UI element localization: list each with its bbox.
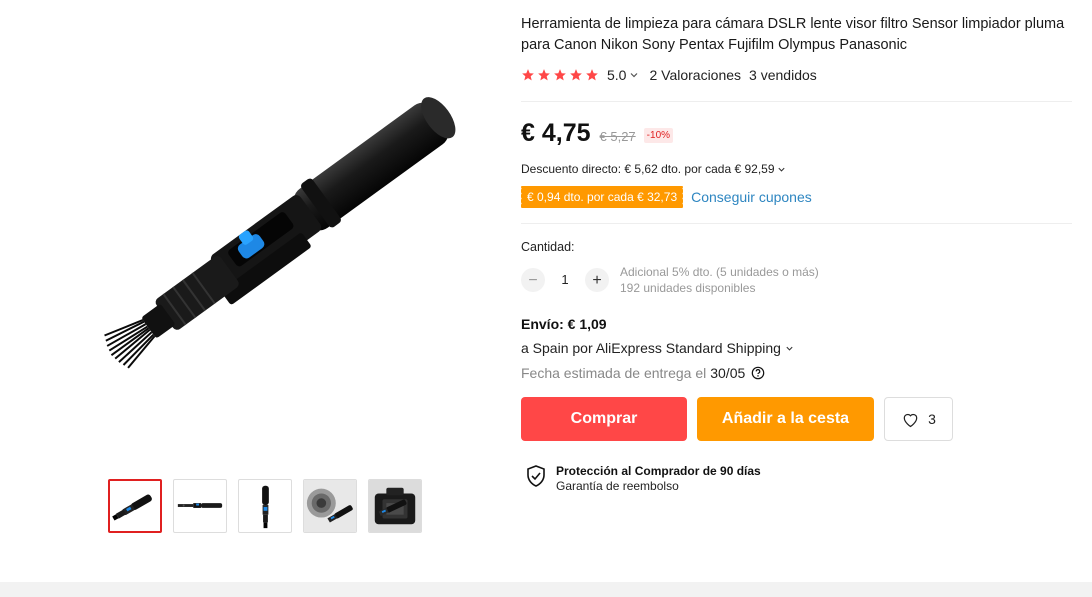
original-price: € 5,27 bbox=[599, 129, 636, 144]
product-title: Herramienta de limpieza para cámara DSLR… bbox=[521, 16, 1065, 53]
get-coupons-link[interactable]: Conseguir cupones bbox=[691, 189, 812, 205]
protection-text: Protección al Comprador de 90 días Garan… bbox=[556, 464, 761, 494]
chevron-down-icon[interactable] bbox=[629, 70, 639, 80]
shield-check-icon bbox=[527, 465, 545, 487]
thumbnail-lens-cleaning[interactable] bbox=[303, 479, 357, 533]
shipping-route: a Spain por AliExpress Standard Shipping bbox=[521, 340, 781, 356]
help-icon[interactable] bbox=[751, 366, 765, 380]
star-icon bbox=[554, 69, 566, 81]
quantity-decrease-button[interactable]: − bbox=[521, 268, 545, 292]
quantity-label: Cantidad: bbox=[521, 240, 575, 254]
rating-row: 5.0 2 Valoraciones 3 vendidos bbox=[521, 65, 1076, 85]
star-icon bbox=[522, 69, 534, 81]
thumbnail-pen-diagonal[interactable] bbox=[108, 479, 162, 533]
delivery-label: Fecha estimada de entrega el bbox=[521, 365, 707, 381]
chevron-down-icon bbox=[786, 346, 793, 351]
star-icon bbox=[586, 69, 598, 81]
page-footer-band bbox=[0, 582, 1092, 597]
heart-icon bbox=[903, 413, 918, 427]
shipping-method[interactable]: a Spain por AliExpress Standard Shipping bbox=[521, 340, 1076, 356]
price-row: € 4,75 € 5,27 -10% bbox=[521, 119, 1076, 149]
discount-badge: -10% bbox=[643, 128, 674, 143]
delivery-date: 30/05 bbox=[710, 365, 746, 381]
stock-available-text: 192 unidades disponibles bbox=[620, 281, 756, 295]
protection-subtitle: Garantía de reembolso bbox=[556, 479, 679, 493]
star-icon bbox=[570, 69, 582, 81]
thumbnail-pen-vertical[interactable] bbox=[238, 479, 292, 533]
sold-count: 3 vendidos bbox=[749, 67, 817, 83]
thumbnail-pen-horizontal[interactable] bbox=[173, 479, 227, 533]
divider bbox=[521, 223, 1072, 224]
add-to-cart-button[interactable]: Añadir a la cesta bbox=[697, 397, 874, 441]
chevron-down-icon bbox=[777, 167, 785, 172]
rating-value[interactable]: 5.0 bbox=[607, 67, 626, 83]
divider bbox=[521, 101, 1072, 102]
current-price: € 4,75 bbox=[521, 119, 591, 147]
star-icon bbox=[538, 69, 550, 81]
product-info: Herramienta de limpieza para cámara DSLR… bbox=[519, 14, 1076, 494]
delivery-estimate: Fecha estimada de entrega el 30/05 bbox=[521, 365, 1076, 381]
wishlist-count: 3 bbox=[928, 411, 936, 427]
direct-discount[interactable]: Descuento directo: € 5,62 dto. por cada … bbox=[521, 161, 1076, 177]
quantity-info: Adicional 5% dto. (5 unidades o más) 192… bbox=[620, 264, 819, 296]
coupon-badge: € 0,94 dto. por cada € 32,73 bbox=[519, 186, 684, 208]
quantity-stepper: − 1 + Adicional 5% dto. (5 unidades o má… bbox=[521, 265, 1076, 296]
coupon-row: € 0,94 dto. por cada € 32,73 Conseguir c… bbox=[519, 186, 1076, 208]
buyer-protection[interactable]: Protección al Comprador de 90 días Garan… bbox=[525, 464, 1076, 494]
main-product-image[interactable] bbox=[60, 40, 480, 440]
action-buttons: Comprar Añadir a la cesta 3 bbox=[521, 397, 1076, 441]
shipping-cost: Envío: € 1,09 bbox=[521, 316, 607, 332]
reviews-count[interactable]: 2 Valoraciones bbox=[649, 67, 741, 83]
direct-discount-text: Descuento directo: € 5,62 dto. por cada … bbox=[521, 162, 775, 176]
bulk-discount-text: Adicional 5% dto. (5 unidades o más) bbox=[620, 265, 819, 279]
quantity-increase-button[interactable]: + bbox=[585, 268, 609, 292]
thumbnail-strip bbox=[108, 479, 422, 533]
rating-stars bbox=[521, 68, 599, 82]
thumbnail-camera-cleaning[interactable] bbox=[368, 479, 422, 533]
product-gallery bbox=[0, 0, 500, 560]
wishlist-button[interactable]: 3 bbox=[884, 397, 953, 441]
quantity-value[interactable]: 1 bbox=[545, 268, 585, 292]
protection-title: Protección al Comprador de 90 días bbox=[556, 464, 761, 478]
buy-now-button[interactable]: Comprar bbox=[521, 397, 687, 441]
